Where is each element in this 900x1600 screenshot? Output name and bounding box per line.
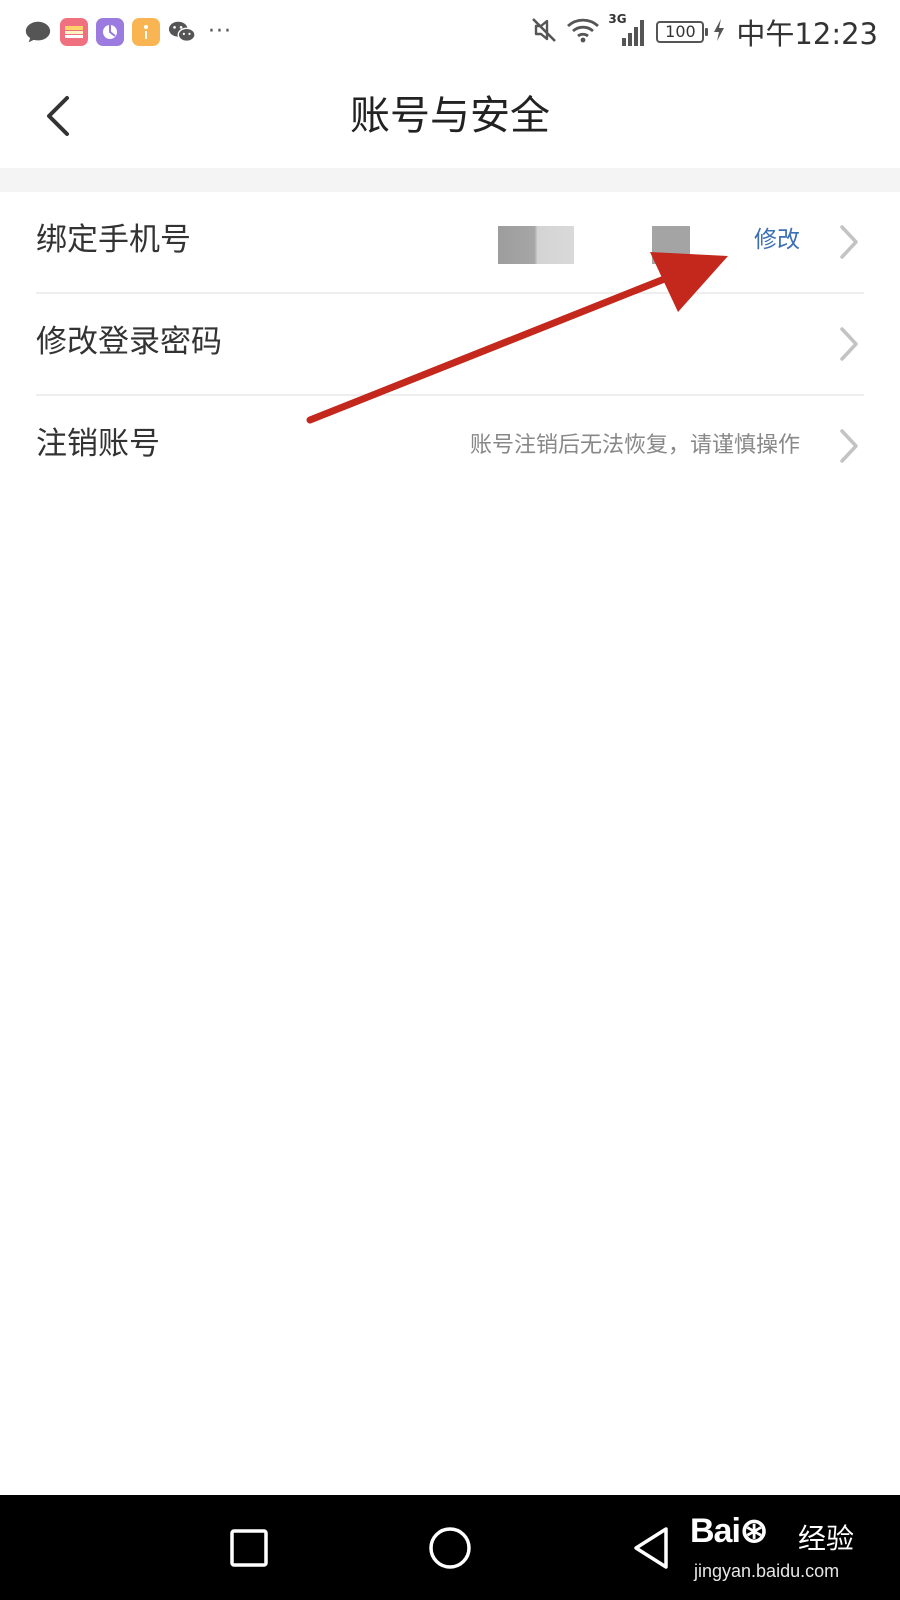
system-nav-bar: Bai⊛ 经验 jingyan.baidu.com xyxy=(0,1495,900,1600)
system-icons: 3G 100 中午12:23 xyxy=(530,12,878,52)
change-password-row[interactable]: 修改登录密码 xyxy=(36,294,864,396)
gallery-icon xyxy=(96,18,124,46)
circle-icon xyxy=(429,1527,471,1569)
notification-icons: ··· xyxy=(24,14,232,50)
section-divider xyxy=(0,168,900,192)
charging-icon xyxy=(712,18,726,46)
recent-apps-button[interactable] xyxy=(224,1523,274,1573)
page-header: 账号与安全 xyxy=(0,64,900,168)
square-icon xyxy=(230,1529,268,1567)
status-bar: ··· 3G 100 中午12:23 xyxy=(0,0,900,64)
wechat-icon xyxy=(168,18,196,46)
home-button[interactable] xyxy=(425,1523,475,1573)
notes-icon xyxy=(132,18,160,46)
bind-phone-row[interactable]: 绑定手机号 修改 xyxy=(36,192,864,294)
triangle-back-icon xyxy=(634,1527,668,1569)
app-icon xyxy=(60,18,88,46)
baidu-watermark: Bai⊛ 经验 jingyan.baidu.com xyxy=(690,1505,886,1595)
bind-phone-label: 绑定手机号 xyxy=(36,222,191,258)
modify-phone-link[interactable]: 修改 xyxy=(754,222,800,258)
delete-account-hint: 账号注销后无法恢复，请谨慎操作 xyxy=(469,433,800,458)
page-title: 账号与安全 xyxy=(350,93,550,139)
back-nav-button[interactable] xyxy=(626,1523,676,1573)
delete-account-label: 注销账号 xyxy=(36,426,160,462)
watermark-brand: 经验 xyxy=(798,1522,855,1555)
battery-indicator: 100 xyxy=(656,21,709,43)
change-password-label: 修改登录密码 xyxy=(36,324,222,360)
more-notifications-icon: ··· xyxy=(208,19,232,44)
wifi-icon xyxy=(566,16,600,48)
settings-list: 绑定手机号 修改 修改登录密码 注销账号 账号注销后无法恢复，请谨慎操作 xyxy=(0,192,900,496)
masked-phone-part xyxy=(652,226,690,264)
chevron-right-icon xyxy=(840,327,858,361)
message-icon xyxy=(24,18,52,46)
delete-account-row[interactable]: 注销账号 账号注销后无法恢复，请谨慎操作 xyxy=(36,396,864,496)
clock: 中午12:23 xyxy=(736,17,878,51)
masked-phone-part xyxy=(498,226,574,264)
baidu-logo: Bai⊛ xyxy=(690,1512,768,1550)
watermark-url: jingyan.baidu.com xyxy=(694,1561,840,1581)
chevron-right-icon xyxy=(840,225,858,259)
signal-icon: 3G xyxy=(608,12,648,48)
mute-icon xyxy=(530,16,558,48)
chevron-right-icon xyxy=(840,429,858,463)
